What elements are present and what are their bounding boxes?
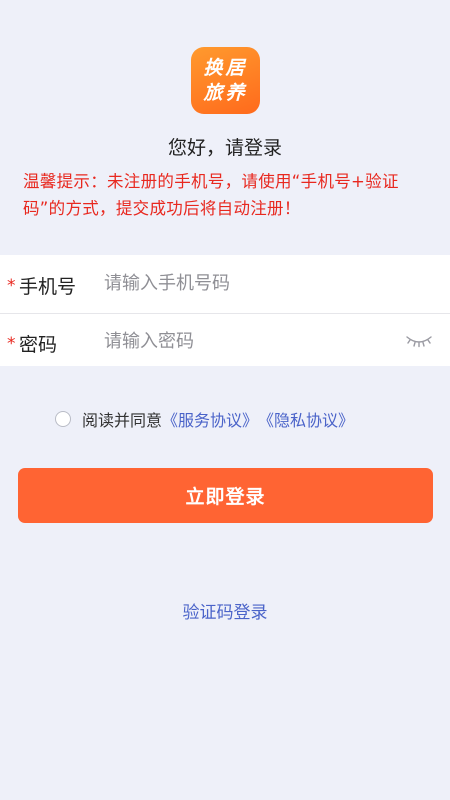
password-row: * 密码 <box>0 313 450 368</box>
password-input[interactable] <box>104 323 394 359</box>
login-form: * 手机号 * 密码 <box>0 255 450 366</box>
privacy-agreement-link[interactable]: 《隐私协议》 <box>258 407 354 431</box>
agreement-text: 阅读并同意 <box>82 411 163 430</box>
greeting-title: 您好，请登录 <box>167 137 282 159</box>
app-logo: 换居 旅养 <box>191 47 260 114</box>
logo-text-line2: 旅养 <box>203 81 248 104</box>
code-login-link[interactable]: 验证码登录 <box>0 598 450 623</box>
eye-closed-icon[interactable] <box>405 333 433 349</box>
agreement-checkbox[interactable] <box>55 411 71 427</box>
service-agreement-link[interactable]: 《服务协议》 <box>162 407 258 431</box>
required-mark: * <box>7 334 16 354</box>
login-button[interactable]: 立即登录 <box>18 468 433 523</box>
registration-tip: 温馨提示：未注册的手机号，请使用“手机号+验证码”的方式，提交成功后将自动注册！ <box>23 172 399 218</box>
agreement-row: 阅读并同意 《服务协议》 《隐私协议》 <box>55 405 354 433</box>
password-label: 密码 <box>19 334 58 356</box>
logo-text-line1: 换居 <box>203 56 248 79</box>
phone-row: * 手机号 <box>0 255 450 310</box>
required-mark: * <box>7 276 16 296</box>
phone-label: 手机号 <box>19 276 77 298</box>
phone-input[interactable] <box>104 265 394 301</box>
